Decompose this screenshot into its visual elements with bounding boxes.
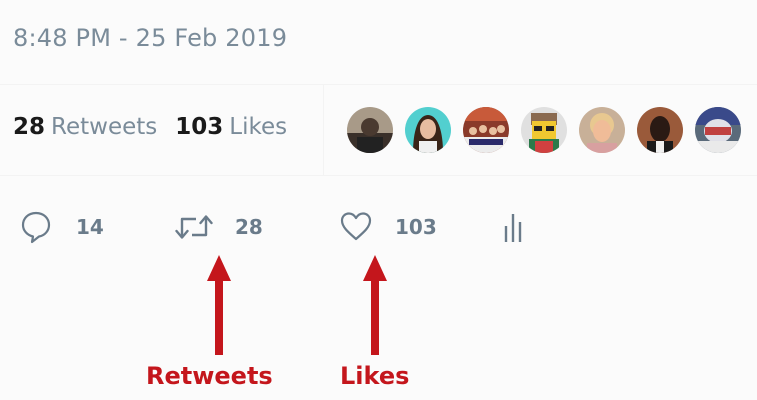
likes-annotation-arrow xyxy=(363,255,387,355)
retweet-icon xyxy=(175,210,213,244)
reply-button[interactable]: 14 xyxy=(20,205,104,249)
avatar[interactable] xyxy=(463,107,509,153)
avatar[interactable] xyxy=(521,107,567,153)
tweet-actions: 14 28 103 xyxy=(0,205,757,249)
like-button[interactable]: 103 xyxy=(339,205,437,249)
reply-count: 14 xyxy=(76,215,104,239)
likes-stat-count: 103 xyxy=(175,114,224,140)
analytics-button[interactable] xyxy=(503,205,527,249)
avatar[interactable] xyxy=(579,107,625,153)
avatar[interactable] xyxy=(637,107,683,153)
retweets-annotation-label: Retweets xyxy=(146,362,273,390)
retweet-button[interactable]: 28 xyxy=(175,205,263,249)
retweets-annotation-arrow xyxy=(207,255,231,355)
retweets-stat-label: Retweets xyxy=(51,114,158,140)
likes-stat-link[interactable]: 103 Likes xyxy=(175,114,287,140)
retweets-stat-count: 28 xyxy=(13,114,46,140)
divider-bottom xyxy=(0,175,757,176)
retweets-stat-link[interactable]: 28 Retweets xyxy=(13,114,157,140)
avatar[interactable] xyxy=(405,107,451,153)
avatar[interactable] xyxy=(347,107,393,153)
tweet-timestamp[interactable]: 8:48 PM - 25 Feb 2019 xyxy=(13,24,287,52)
divider-vertical xyxy=(323,85,324,175)
divider-top xyxy=(0,84,757,85)
tweet-detail: 8:48 PM - 25 Feb 2019 28 Retweets 103 Like… xyxy=(0,0,757,400)
avatar[interactable] xyxy=(695,107,741,153)
likers-avatars xyxy=(347,107,753,153)
likes-stat-label: Likes xyxy=(229,114,288,140)
heart-icon xyxy=(339,210,373,244)
likes-annotation-label: Likes xyxy=(340,362,410,390)
like-count: 103 xyxy=(395,215,437,239)
analytics-icon xyxy=(503,210,527,244)
reply-icon xyxy=(20,210,52,244)
retweet-count: 28 xyxy=(235,215,263,239)
tweet-stats: 28 Retweets 103 Likes xyxy=(13,114,287,140)
